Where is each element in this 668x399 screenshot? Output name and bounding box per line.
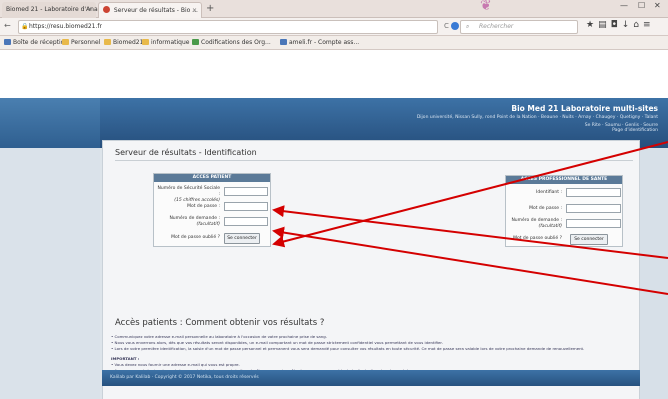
pocket-icon[interactable]: ◘ [611,20,622,30]
label-line: (facultatif) [538,224,562,229]
right-sidebar [640,148,668,399]
page-title: Serveur de résultats - Identification [115,148,257,157]
reading-list-icon[interactable]: ▤ [598,20,611,30]
site-title: Bio Med 21 Laboratoire multi-sites [511,104,658,113]
bookmark-codifications[interactable]: Codifications des Org... [192,38,271,48]
bookmark-label: Boîte de réception [13,39,69,46]
butterfly-decoration-icon: ❦ [480,0,492,14]
main-content: Serveur de résultats - Identification AC… [102,140,640,399]
favicon-icon [103,6,110,13]
bookmark-ameli[interactable]: ameli.fr - Compte ass... [280,38,359,48]
search-engine-icon [451,22,459,30]
request-number-label: Numéro de demande : (facultatif) [508,218,562,230]
back-icon[interactable]: ← [4,21,11,30]
folder-icon [62,39,69,45]
password-label: Mot de passe : [529,206,562,211]
professional-access-panel: ACCES PROFESSIONNEL DE SANTE Identifiant… [505,175,623,247]
lock-icon: 🔒 [21,23,29,30]
navigation-bar: ← 🔒 https://resu.biomed21.fr C ⌕ Recherc… [0,18,668,36]
mail-icon [4,39,11,45]
pro-connect-button[interactable]: Se connecter [570,234,608,245]
minimize-icon[interactable]: — [620,1,628,10]
bookmark-label: informatique [151,39,190,46]
bookmark-boite-reception[interactable]: Boîte de réception [4,38,68,48]
password-input[interactable] [224,202,268,211]
url-text: https://resu.biomed21.fr [29,23,102,30]
browser-window: Biomed 21 - Laboratoire d'Ana... × Serve… [0,0,668,399]
folder-icon [104,39,111,45]
home-icon[interactable]: ⌂ [633,20,643,30]
close-window-icon[interactable]: ✕ [654,1,661,10]
panel-header: ACCES PATIENT [154,174,270,182]
left-sidebar [0,148,100,399]
search-placeholder: Rechercher [479,23,514,30]
bookmark-label: Personnel [71,39,101,46]
patient-connect-button[interactable]: Se connecter [224,233,260,244]
bookmark-informatique[interactable]: informatique [142,38,189,48]
toolbar-icons: ★▤◘↓⌂≡ [586,20,655,30]
download-icon[interactable]: ↓ [622,20,634,30]
site-footer: Kalilab par Kalilab · Copyright © 2017 N… [102,370,640,386]
page-top-area [0,50,668,98]
tab-biomed21[interactable]: Biomed 21 - Laboratoire d'Ana... × [2,2,103,18]
site-address: Dijon université, Nissan Sully, rond Poi… [416,115,658,120]
tab-bar: Biomed 21 - Laboratoire d'Ana... × Serve… [0,0,668,18]
instructions: • Communiquez votre adresse e-mail perso… [111,334,633,374]
howto-title: Accès patients : Comment obtenir vos rés… [115,318,325,328]
bookmarks-bar: Boîte de réception Personnel Biomed21 in… [0,36,668,50]
bookmark-biomed21[interactable]: Biomed21 [104,38,143,48]
password-label: Mot de passe : [187,204,220,209]
label-line: (facultatif) [196,222,220,227]
request-number-label: Numéro de demande : (facultatif) [156,216,220,228]
page-icon [192,39,199,45]
search-input[interactable]: ⌕ Rechercher [451,20,578,34]
bookmark-label: Biomed21 [113,39,144,46]
divider [115,160,633,161]
new-tab-button[interactable]: + [206,2,214,16]
identifier-label: Identifiant : [536,190,562,195]
forgot-password-link[interactable]: Mot de passe oublié ? [508,236,562,242]
header-links-line[interactable]: Page d'identification [585,128,658,133]
request-number-input[interactable] [224,217,268,226]
folder-icon [142,39,149,45]
identifier-input[interactable] [566,188,621,197]
menu-icon[interactable]: ≡ [643,20,655,30]
header-left-strip [0,98,100,148]
forgot-password-link[interactable]: Mot de passe oublié ? [156,235,220,241]
panel-header: ACCES PROFESSIONNEL DE SANTE [506,176,622,184]
tab-label: Serveur de résultats - Bio ... [113,7,198,14]
close-icon[interactable]: × [192,3,197,19]
request-number-input[interactable] [566,219,621,228]
ss-number-label: Numéro de Sécurité Sociale : (15 chiffre… [156,186,221,204]
ss-number-input[interactable] [224,187,268,196]
tab-serveur-resultats[interactable]: Serveur de résultats - Bio ... × [98,2,202,18]
star-icon[interactable]: ★ [586,20,598,30]
patient-access-panel: ACCES PATIENT Numéro de Sécurité Sociale… [153,173,271,247]
bookmark-personnel[interactable]: Personnel [62,38,100,48]
header-links: Se Rite · Saumu · Genlis · Seurre Page d… [585,123,658,133]
instruction-item: • Lors de votre première identification,… [111,346,585,351]
web-page: Bio Med 21 Laboratoire multi-sites Dijon… [0,50,668,399]
page-icon [280,39,287,45]
close-icon[interactable]: × [87,2,92,18]
url-input[interactable]: 🔒 https://resu.biomed21.fr [18,20,438,34]
bookmark-label: Codifications des Org... [201,39,271,46]
maximize-icon[interactable]: ☐ [638,1,645,10]
reload-icon[interactable]: C [444,22,449,30]
label-line: Numéro de Sécurité Sociale : [157,186,221,197]
password-input[interactable] [566,204,621,213]
search-icon: ⌕ [466,23,470,30]
bookmark-label: ameli.fr - Compte ass... [289,39,360,46]
